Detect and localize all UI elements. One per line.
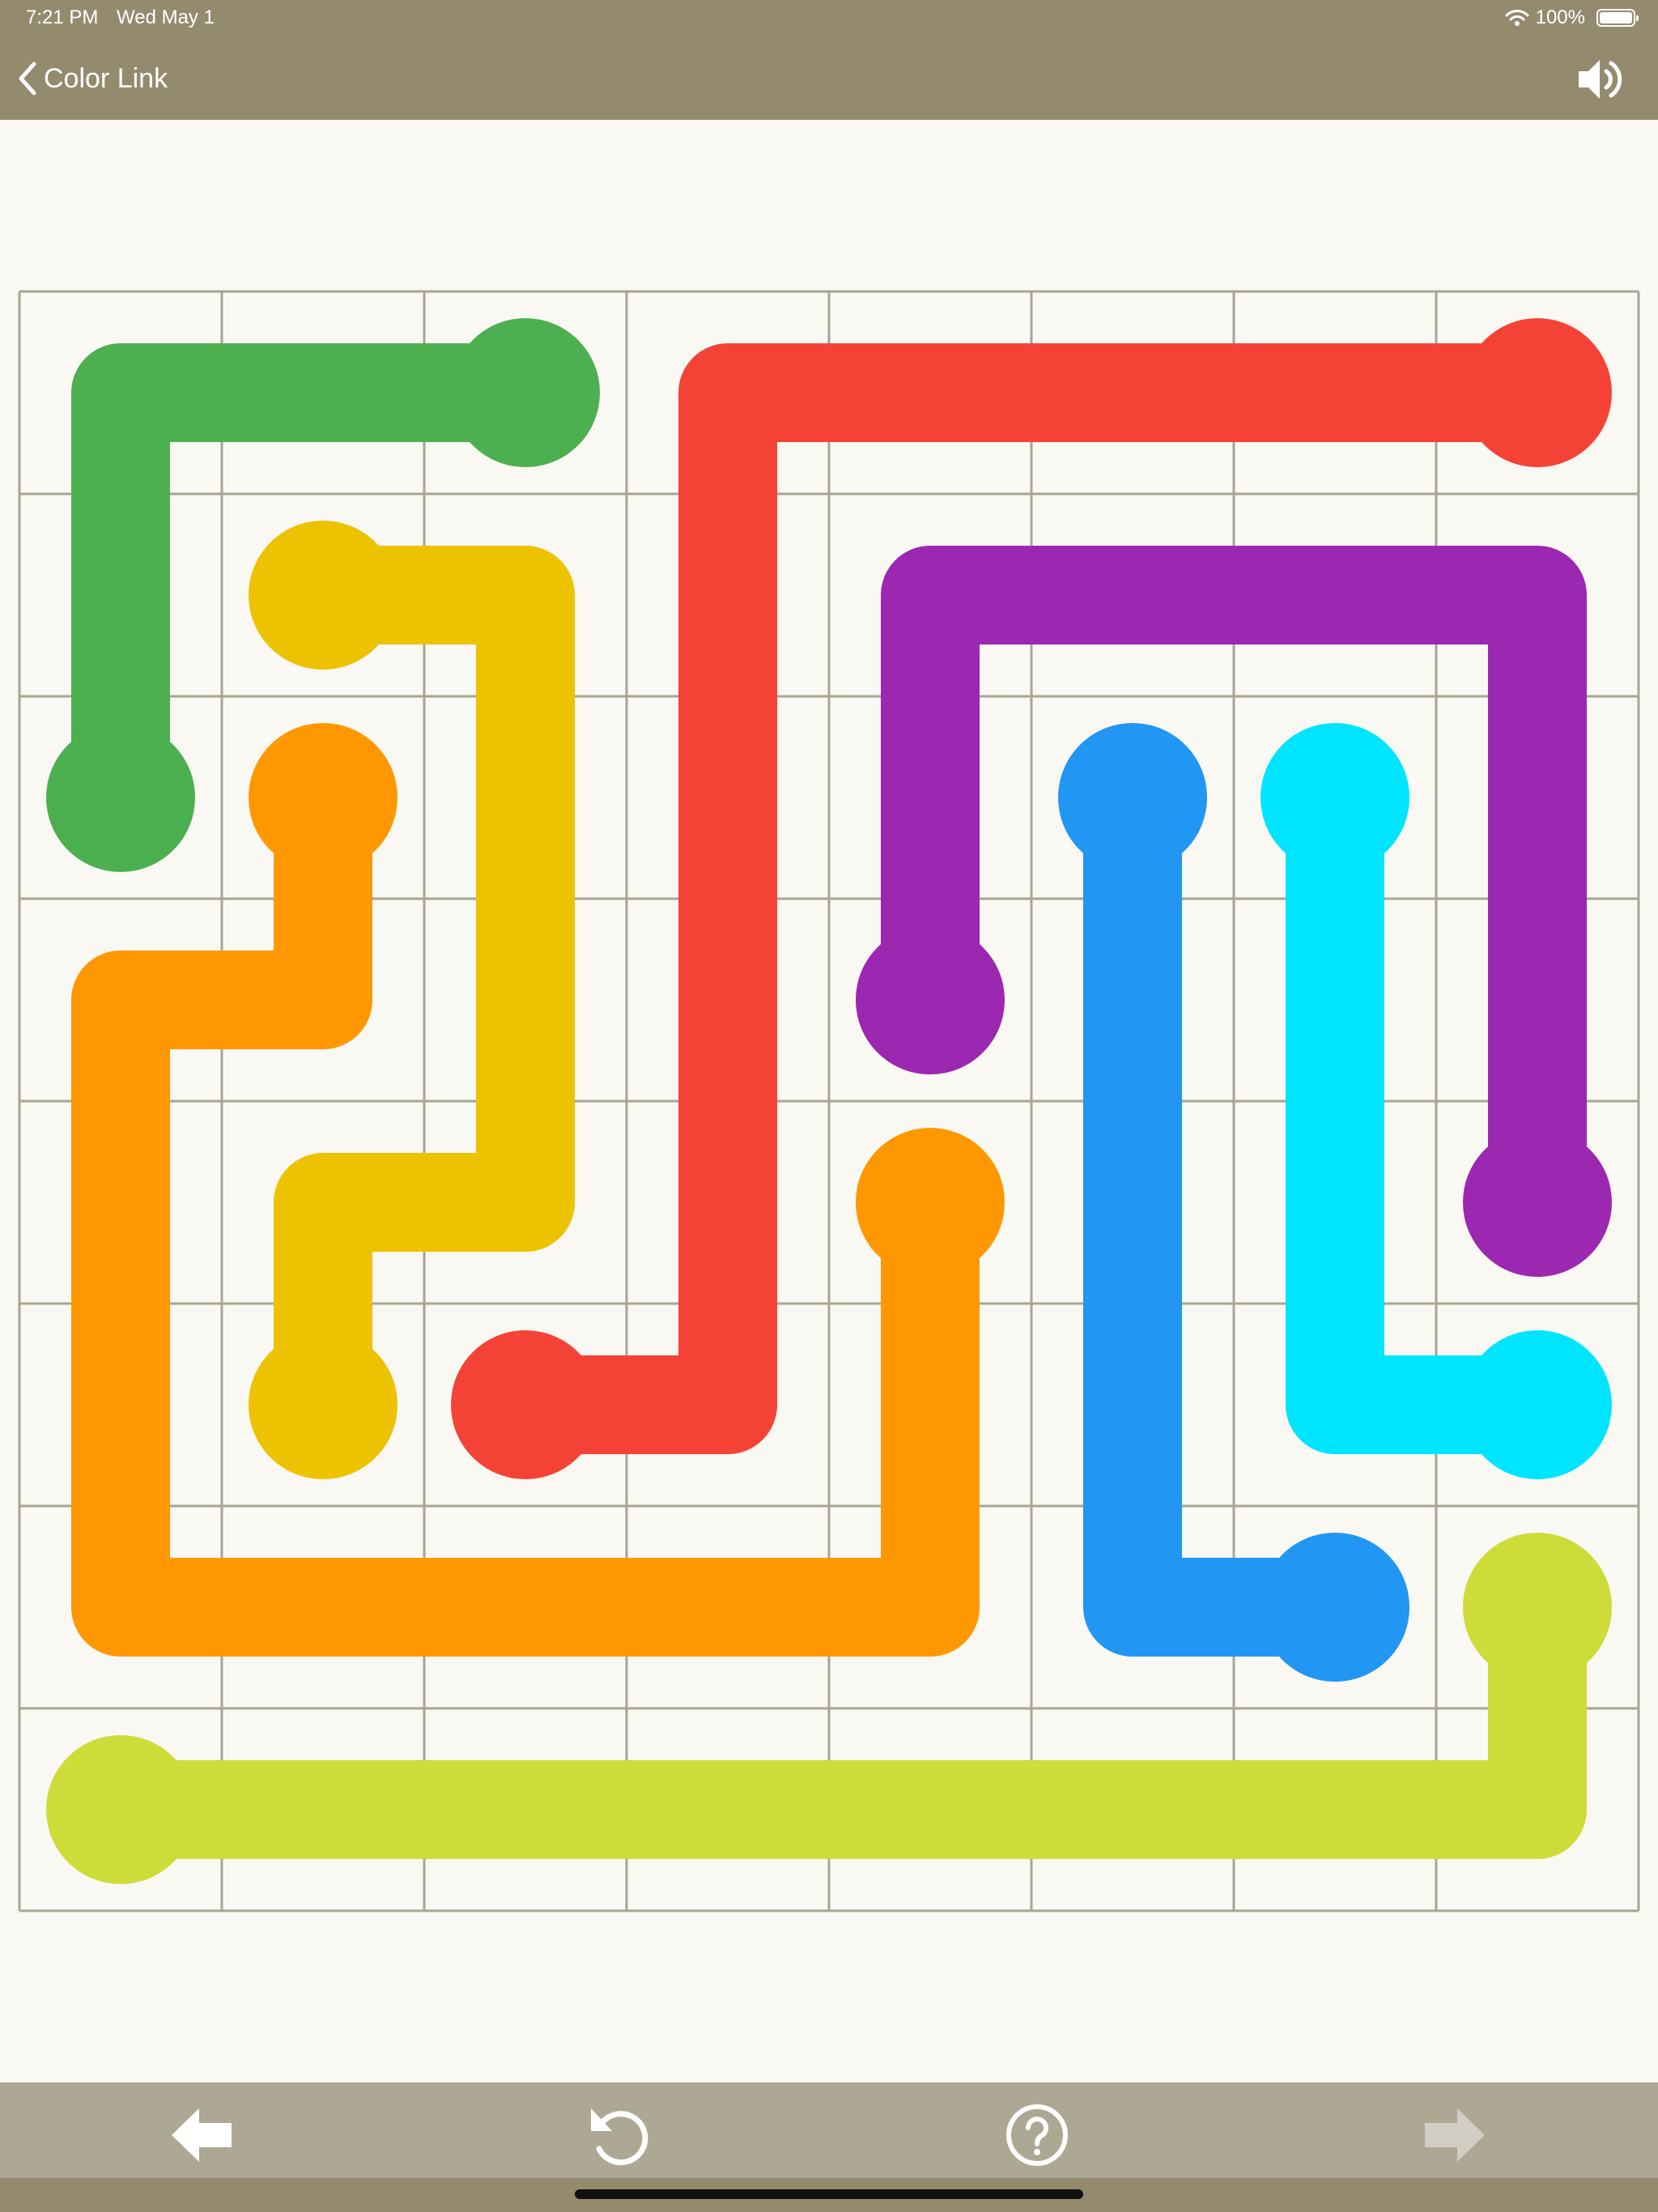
app-screen: 7:21 PM Wed May 1 100% Color Link	[0, 0, 1658, 2212]
arrow-right-icon	[1425, 2108, 1485, 2162]
endpoint-yellow-end[interactable]	[249, 1330, 397, 1479]
status-indicators: 100%	[1505, 6, 1639, 29]
status-time: 7:21 PM	[26, 6, 99, 28]
home-indicator[interactable]	[575, 2189, 1083, 2199]
previous-level-button[interactable]	[165, 2099, 238, 2172]
endpoint-lime-start[interactable]	[1463, 1533, 1612, 1682]
top-bar: 7:21 PM Wed May 1 100% Color Link	[0, 0, 1658, 120]
endpoint-purple-end[interactable]	[1463, 1128, 1612, 1277]
nav-title: Color Link	[44, 62, 168, 94]
endpoint-green-end[interactable]	[451, 318, 600, 467]
navigation-bar: Color Link	[0, 39, 1658, 120]
endpoint-orange-start[interactable]	[249, 723, 397, 872]
battery-percentage: 100%	[1535, 6, 1585, 28]
endpoint-red-start[interactable]	[1463, 318, 1612, 467]
status-bar: 7:21 PM Wed May 1 100%	[0, 0, 1658, 39]
endpoint-purple-start[interactable]	[856, 925, 1005, 1074]
status-date: Wed May 1	[117, 6, 215, 28]
endpoint-blue-end[interactable]	[1261, 1533, 1409, 1682]
chevron-left-icon	[19, 62, 36, 96]
restart-button[interactable]	[583, 2099, 656, 2172]
sound-toggle-button[interactable]	[1574, 55, 1626, 104]
puzzle-board[interactable]	[0, 120, 1658, 2082]
endpoint-blue-start[interactable]	[1058, 723, 1207, 872]
next-level-button[interactable]	[1418, 2099, 1491, 2172]
endpoint-red-end[interactable]	[451, 1330, 600, 1479]
endpoint-cyan-start[interactable]	[1261, 723, 1409, 872]
endpoint-orange-end[interactable]	[856, 1128, 1005, 1277]
endpoint-cyan-end[interactable]	[1463, 1330, 1612, 1479]
board-area	[0, 120, 1658, 2082]
endpoint-yellow-start[interactable]	[249, 521, 397, 670]
endpoint-green-start[interactable]	[46, 723, 195, 872]
wifi-icon	[1505, 10, 1529, 26]
back-button[interactable]: Color Link	[16, 58, 168, 99]
help-icon	[1006, 2104, 1068, 2166]
speaker-icon	[1579, 60, 1622, 99]
battery-icon	[1596, 9, 1639, 27]
arrow-left-icon	[172, 2108, 232, 2162]
restart-icon	[591, 2108, 648, 2166]
help-button[interactable]	[1001, 2099, 1073, 2172]
endpoint-lime-end[interactable]	[46, 1735, 195, 1884]
